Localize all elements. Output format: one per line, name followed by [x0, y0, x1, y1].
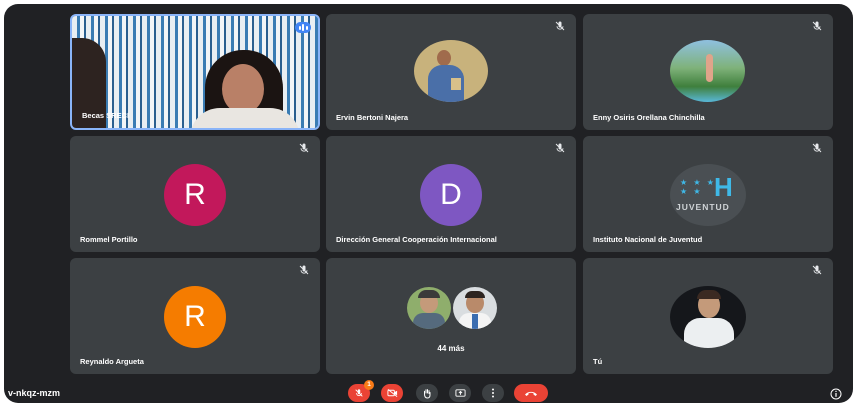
info-icon [830, 388, 842, 400]
participant-name: Rommel Portillo [80, 235, 138, 244]
mic-muted-icon [811, 20, 823, 32]
meeting-window: Becas SRECI Ervin Bertoni Najera Enny Os… [4, 4, 853, 403]
mic-muted-icon [811, 142, 823, 154]
participant-tile-self[interactable]: Tú [583, 258, 833, 374]
end-call-icon [525, 391, 537, 396]
participant-tile-enny[interactable]: Enny Osiris Orellana Chinchilla [583, 14, 833, 130]
participant-name: Becas SRECI [82, 111, 130, 120]
meeting-code: v-nkqz-mzm [8, 388, 61, 398]
participant-tile-reynaldo[interactable]: R Reynaldo Argueta [70, 258, 320, 374]
organization-logo: ★ ★ ★ ★ ★ H JUVENTUD [670, 164, 746, 226]
mic-muted-icon [811, 264, 823, 276]
hand-icon [424, 388, 431, 399]
present-icon [454, 389, 466, 397]
meeting-info-button[interactable] [830, 387, 842, 400]
participant-photo [414, 40, 488, 102]
participant-avatar: R [164, 164, 226, 226]
participant-avatar: D [420, 164, 482, 226]
speaker-top [190, 108, 300, 128]
participant-name: Tú [593, 357, 603, 366]
participant-name: Reynaldo Argueta [80, 357, 144, 366]
speaking-indicator-icon [295, 22, 311, 33]
notification-badge: 1 [364, 380, 374, 390]
participant-tile-becas[interactable]: Becas SRECI [70, 14, 320, 130]
participant-photo [670, 40, 745, 102]
participant-tile-direccion[interactable]: D Dirección General Cooperación Internac… [326, 136, 576, 252]
participant-photo [670, 286, 746, 348]
more-vert-icon [492, 388, 494, 398]
logo-letter: H [714, 172, 733, 202]
raise-hand-button[interactable] [416, 384, 438, 402]
others-tile[interactable]: 44 más [326, 258, 576, 374]
mic-muted-icon [298, 264, 310, 276]
participant-avatar: R [164, 286, 226, 348]
logo-stars: ★ ★ ★ ★ ★ [680, 178, 716, 196]
mic-muted-icon [554, 142, 566, 154]
others-count: 44 más [437, 344, 465, 353]
participant-tile-instituto[interactable]: ★ ★ ★ ★ ★ H JUVENTUD Instituto Nacional d… [583, 136, 833, 252]
present-screen-button[interactable] [449, 384, 471, 402]
more-options-button[interactable] [482, 384, 504, 402]
speaker-face [222, 64, 264, 114]
participant-name: Ervin Bertoni Najera [336, 113, 409, 122]
participant-name: Enny Osiris Orellana Chinchilla [593, 113, 705, 122]
mic-off-icon [355, 389, 363, 397]
other-participant-photo [406, 286, 452, 330]
other-participant-photo [452, 286, 498, 330]
participant-tile-ervin[interactable]: Ervin Bertoni Najera [326, 14, 576, 130]
participant-name: Instituto Nacional de Juventud [593, 235, 703, 244]
logo-text: JUVENTUD [676, 202, 730, 212]
mic-muted-icon [554, 20, 566, 32]
camera-off-icon [386, 388, 397, 398]
mic-muted-icon [298, 142, 310, 154]
camera-toggle-button[interactable] [381, 384, 403, 402]
leave-call-button[interactable] [514, 384, 548, 402]
participant-tile-rommel[interactable]: R Rommel Portillo [70, 136, 320, 252]
participant-name: Dirección General Cooperación Internacio… [336, 235, 497, 244]
